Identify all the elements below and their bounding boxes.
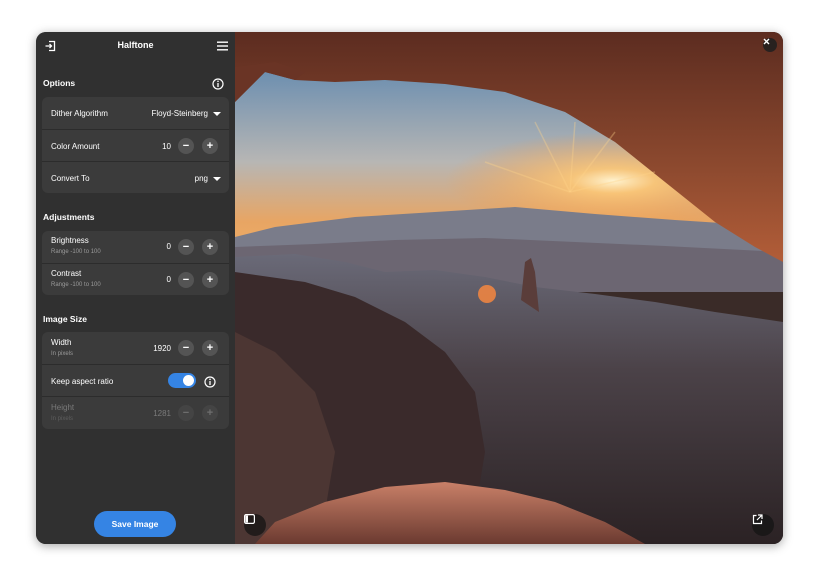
contrast-label: Contrast — [51, 269, 82, 278]
convert-to-value: png — [194, 174, 208, 183]
info-icon — [204, 376, 216, 388]
color-amount-label: Color Amount — [51, 142, 100, 151]
app-window: Halftone Options Dither Algorithm Floyd- — [36, 32, 783, 544]
info-icon — [212, 78, 224, 90]
minus-icon: − — [182, 139, 190, 152]
convert-to-row[interactable]: Convert To png — [42, 161, 229, 193]
brightness-range: Range -100 to 100 — [51, 249, 101, 255]
brightness-increment-button[interactable]: + — [202, 239, 218, 255]
width-unit: In pixels — [51, 351, 74, 357]
sidebar-toggle-icon — [244, 514, 255, 524]
chevron-down-icon — [213, 177, 221, 181]
keep-aspect-ratio-label: Keep aspect ratio — [51, 377, 114, 386]
color-amount-increment-button[interactable]: + — [202, 138, 218, 154]
landscape-photo — [235, 32, 783, 544]
toggle-knob — [183, 375, 194, 386]
height-unit: In pixels — [51, 416, 74, 422]
convert-to-label: Convert To — [51, 174, 90, 183]
options-title: Options — [43, 78, 76, 88]
dither-algorithm-value: Floyd-Steinberg — [151, 109, 208, 118]
keep-aspect-ratio-row: Keep aspect ratio — [42, 364, 229, 396]
minus-icon: − — [182, 273, 190, 286]
color-amount-row: Color Amount 10 − + — [42, 129, 229, 161]
hamburger-menu-icon — [216, 41, 228, 51]
open-external-button[interactable] — [752, 514, 774, 536]
height-value: 1281 — [153, 409, 171, 418]
width-value: 1920 — [153, 344, 171, 353]
sidebar: Halftone Options Dither Algorithm Floyd- — [36, 32, 235, 544]
close-window-button[interactable] — [763, 38, 777, 52]
toggle-sidebar-button[interactable] — [244, 514, 266, 536]
brightness-label: Brightness — [51, 236, 89, 245]
image-size-title: Image Size — [43, 314, 87, 324]
height-increment-button[interactable]: + — [202, 405, 218, 421]
minus-icon: − — [182, 240, 190, 253]
brightness-row: Brightness Range -100 to 100 0 − + — [42, 231, 229, 263]
app-title: Halftone — [117, 40, 154, 50]
contrast-decrement-button[interactable]: − — [178, 272, 194, 288]
plus-icon: + — [206, 273, 214, 286]
image-size-group: Width In pixels 1920 − + Keep aspect rat… — [42, 332, 229, 429]
contrast-increment-button[interactable]: + — [202, 272, 218, 288]
width-row: Width In pixels 1920 − + — [42, 332, 229, 364]
brightness-value: 0 — [166, 242, 171, 251]
options-info-button[interactable] — [212, 77, 224, 90]
color-amount-value: 10 — [162, 142, 171, 151]
dither-algorithm-label: Dither Algorithm — [51, 109, 108, 118]
contrast-row: Contrast Range -100 to 100 0 − + — [42, 263, 229, 295]
plus-icon: + — [206, 406, 214, 419]
brightness-decrement-button[interactable]: − — [178, 239, 194, 255]
adjustments-group: Brightness Range -100 to 100 0 − + Contr… — [42, 231, 229, 295]
width-increment-button[interactable]: + — [202, 340, 218, 356]
width-label: Width — [51, 338, 72, 347]
plus-icon: + — [206, 240, 214, 253]
chevron-down-icon — [213, 112, 221, 116]
header-bar: Halftone — [36, 32, 235, 60]
contrast-value: 0 — [166, 275, 171, 284]
height-decrement-button[interactable]: − — [178, 405, 194, 421]
plus-icon: + — [206, 341, 214, 354]
minus-icon: − — [182, 341, 190, 354]
aspect-info-button[interactable] — [204, 375, 216, 388]
dither-algorithm-row[interactable]: Dither Algorithm Floyd-Steinberg — [42, 97, 229, 129]
main-menu-button[interactable] — [214, 38, 230, 54]
color-amount-decrement-button[interactable]: − — [178, 138, 194, 154]
options-group: Dither Algorithm Floyd-Steinberg Color A… — [42, 97, 229, 193]
minus-icon: − — [182, 406, 190, 419]
height-row: Height In pixels 1281 − + — [42, 396, 229, 429]
plus-icon: + — [206, 139, 214, 152]
contrast-range: Range -100 to 100 — [51, 282, 101, 288]
image-preview — [235, 32, 783, 544]
width-decrement-button[interactable]: − — [178, 340, 194, 356]
close-icon — [763, 38, 770, 45]
open-external-icon — [752, 514, 763, 525]
keep-aspect-ratio-toggle[interactable] — [168, 373, 196, 388]
height-label: Height — [51, 403, 75, 412]
save-image-button[interactable]: Save Image — [94, 511, 176, 537]
adjustments-title: Adjustments — [43, 212, 95, 222]
